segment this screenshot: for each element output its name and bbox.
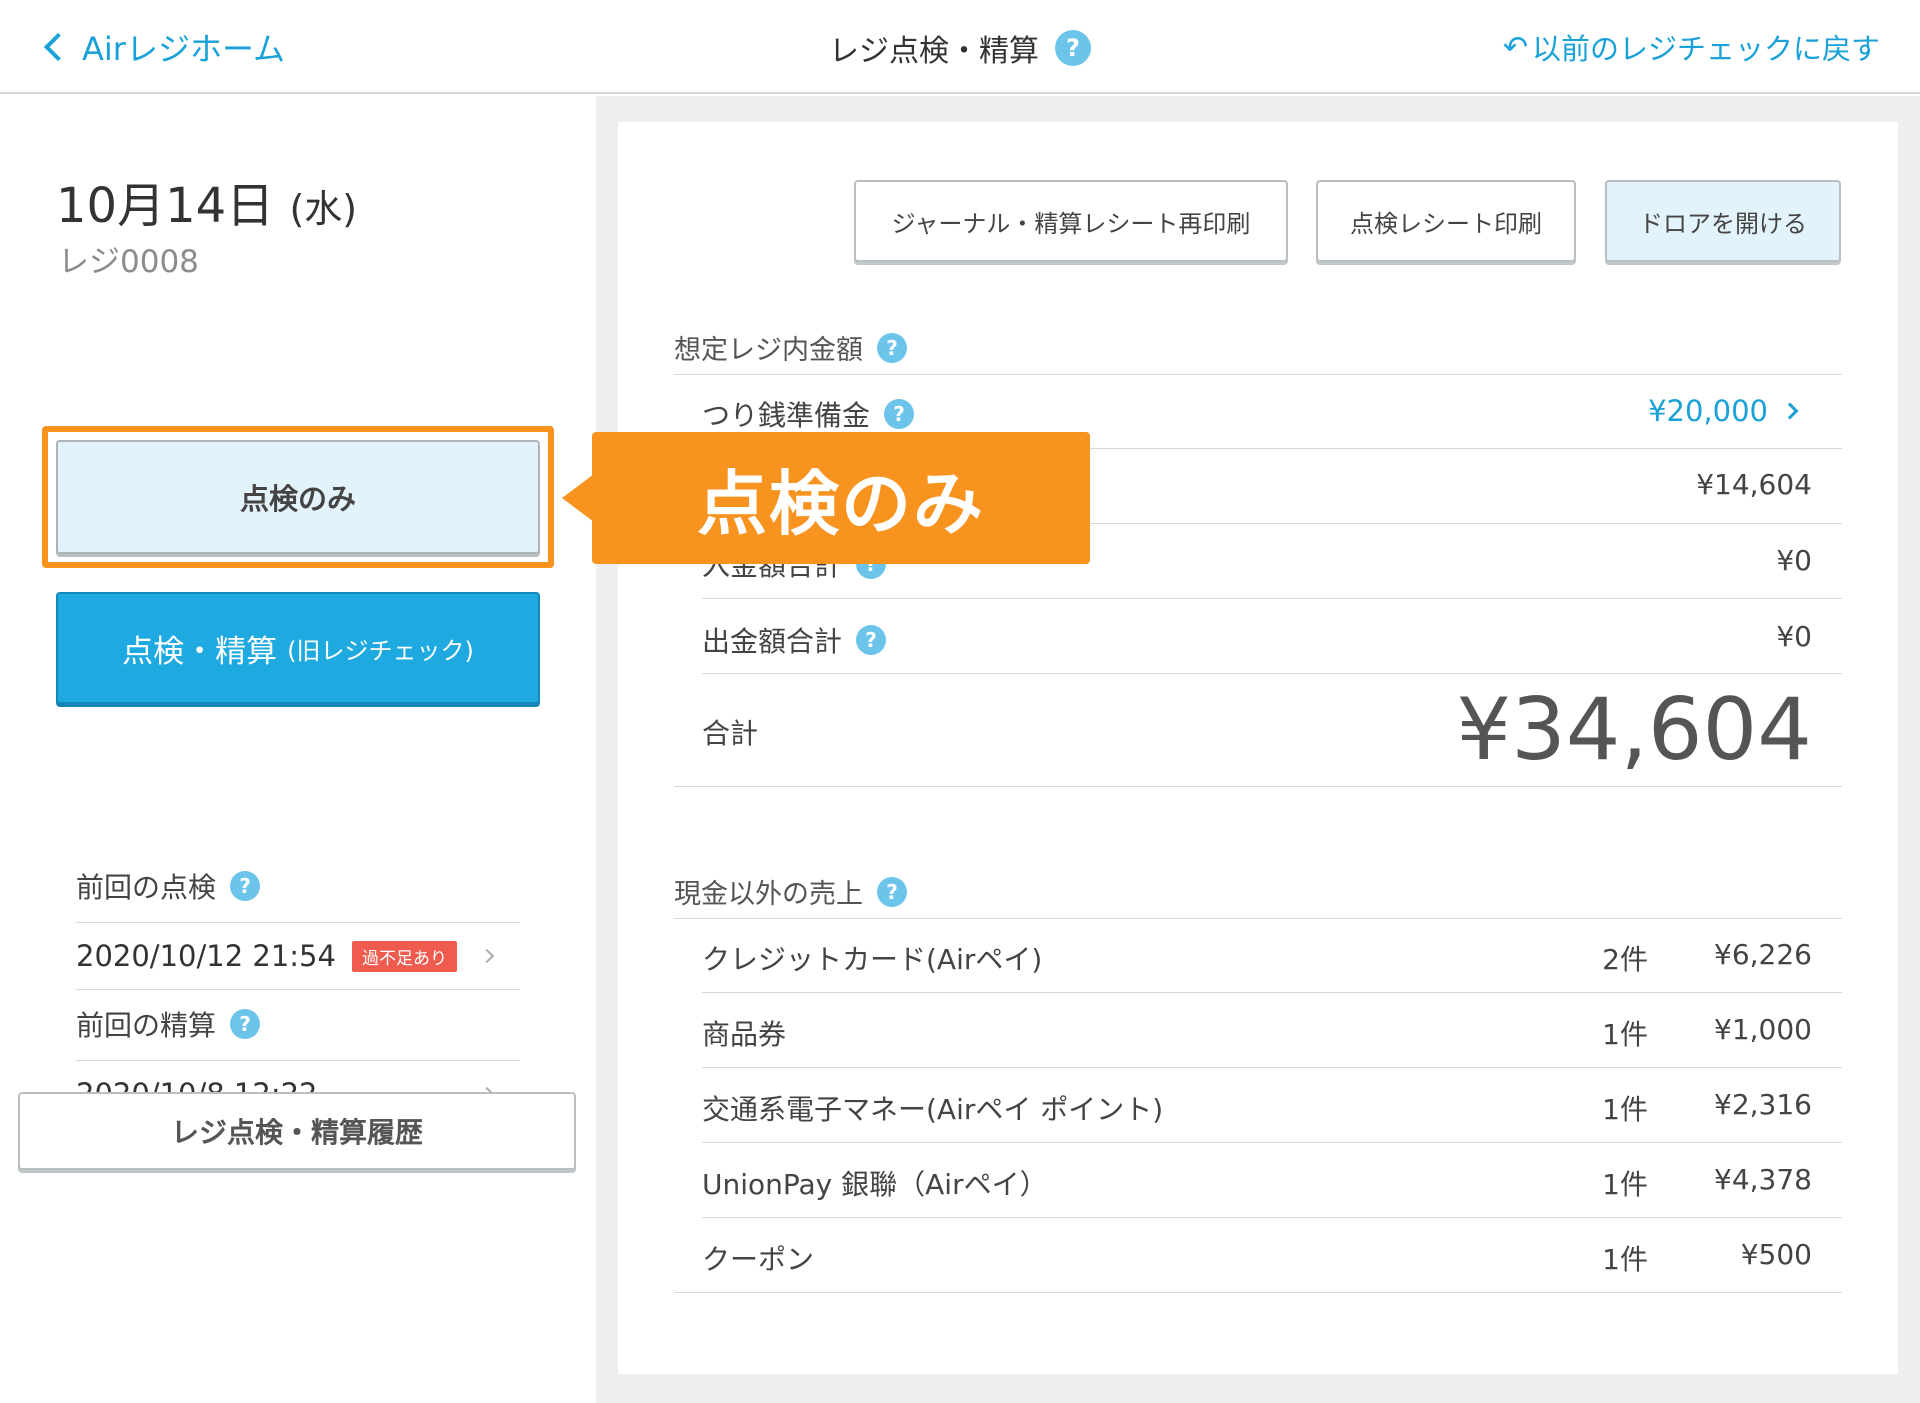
left-panel: 10月14日 (水) レジ0008 点検のみ 点検・精算 (旧レジチェック) 前… — [0, 96, 596, 1403]
settle-sub-label: (旧レジチェック) — [287, 636, 474, 665]
list-item-amount: ¥6,226 — [1714, 938, 1812, 971]
non-cash-section-heading: 現金以外の売上 ? — [674, 872, 907, 911]
chevron-right-icon — [1781, 402, 1799, 420]
list-item-amount: ¥500 — [1740, 1238, 1812, 1271]
list-item-count: 1件 — [1602, 1168, 1648, 1201]
help-icon[interactable]: ? — [877, 876, 907, 907]
settle-label: 点検・精算 — [122, 633, 278, 670]
callout-arrow — [562, 474, 594, 522]
list-item-count: 1件 — [1602, 1093, 1648, 1126]
list-item-label: クレジットカード(Airペイ) — [702, 943, 1043, 976]
divider — [702, 598, 1842, 599]
change-fund-value-link[interactable]: ¥20,000 — [1648, 394, 1799, 428]
check-receipt-button[interactable]: 点検レシート印刷 — [1316, 180, 1576, 262]
date-text: 10月14日 — [56, 178, 275, 234]
help-icon[interactable]: ? — [856, 625, 887, 655]
list-item-label: クーポン — [702, 1243, 815, 1276]
divider — [674, 1292, 1842, 1293]
non-cash-section-label: 現金以外の売上 — [674, 879, 863, 910]
help-icon[interactable]: ? — [230, 871, 261, 901]
prev-settle-heading: 前回の精算 ? — [76, 1004, 261, 1044]
withdrawal-label: 出金額合計 — [702, 625, 843, 658]
revert-previous-check-link[interactable]: ↶ 以前のレジチェックに戻す — [1503, 26, 1880, 68]
check-and-settle-button[interactable]: 点検・精算 (旧レジチェック) — [56, 592, 540, 704]
help-icon[interactable]: ? — [1055, 30, 1091, 66]
register-name: レジ0008 — [58, 244, 199, 280]
list-item-count: 1件 — [1602, 1243, 1648, 1276]
reprint-button[interactable]: ジャーナル・精算レシート再印刷 — [854, 180, 1288, 262]
help-icon[interactable]: ? — [877, 332, 907, 363]
expected-section-heading: 想定レジ内金額 ? — [674, 328, 907, 367]
prev-settle-label: 前回の精算 — [76, 1009, 217, 1042]
change-fund-label: つり銭準備金 — [702, 399, 871, 432]
deposit-value: ¥0 — [1776, 544, 1812, 577]
change-fund-label-wrap: つり銭準備金 ? — [702, 394, 915, 434]
prev-check-row[interactable]: 2020/10/12 21:54 過不足あり — [76, 922, 520, 990]
withdrawal-value: ¥0 — [1776, 620, 1812, 653]
change-fund-value: ¥20,000 — [1648, 394, 1768, 428]
status-badge: 過不足あり — [351, 940, 457, 972]
divider — [702, 992, 1842, 993]
cash-sales-value: ¥14,604 — [1696, 468, 1812, 501]
prev-check-label: 前回の点検 — [76, 871, 217, 904]
open-drawer-button[interactable]: ドロアを開ける — [1605, 180, 1841, 262]
divider — [702, 1067, 1842, 1068]
date-display: 10月14日 (水) — [56, 166, 357, 236]
history-button[interactable]: レジ点検・精算履歴 — [18, 1092, 576, 1170]
top-bar: Airレジホーム レジ点検・精算 ? ↶ 以前のレジチェックに戻す — [0, 0, 1920, 94]
list-item-count: 2件 — [1602, 943, 1648, 976]
undo-icon: ↶ — [1502, 29, 1528, 65]
total-value: ¥34,604 — [1456, 680, 1812, 780]
list-item-label: 商品券 — [702, 1018, 787, 1051]
list-item-amount: ¥4,378 — [1714, 1163, 1812, 1196]
page-title: レジ点検・精算 — [829, 34, 1039, 69]
divider — [674, 374, 1842, 375]
divider — [702, 673, 1842, 674]
help-icon[interactable]: ? — [230, 1009, 261, 1039]
list-item-label: UnionPay 銀聯（Airペイ） — [702, 1168, 1048, 1201]
undo-label: 以前のレジチェックに戻す — [1531, 32, 1880, 66]
divider — [674, 786, 1842, 787]
divider — [702, 1217, 1842, 1218]
divider — [702, 1142, 1842, 1143]
help-icon[interactable]: ? — [884, 399, 915, 429]
check-only-button[interactable]: 点検のみ — [56, 440, 540, 554]
list-item-amount: ¥1,000 — [1714, 1013, 1812, 1046]
chevron-right-icon — [479, 948, 495, 964]
weekday-text: (水) — [289, 187, 358, 231]
list-item-count: 1件 — [1602, 1018, 1648, 1051]
callout-label: 点検のみ — [592, 432, 1090, 564]
list-item-amount: ¥2,316 — [1714, 1088, 1812, 1121]
expected-section-label: 想定レジ内金額 — [674, 335, 863, 366]
total-label: 合計 — [702, 717, 759, 750]
list-item-label: 交通系電子マネー(Airペイ ポイント) — [702, 1093, 1164, 1126]
prev-check-time: 2020/10/12 21:54 — [76, 939, 336, 973]
divider — [674, 918, 1842, 919]
prev-check-heading: 前回の点検 ? — [76, 866, 261, 906]
withdrawal-label-wrap: 出金額合計 ? — [702, 620, 887, 660]
